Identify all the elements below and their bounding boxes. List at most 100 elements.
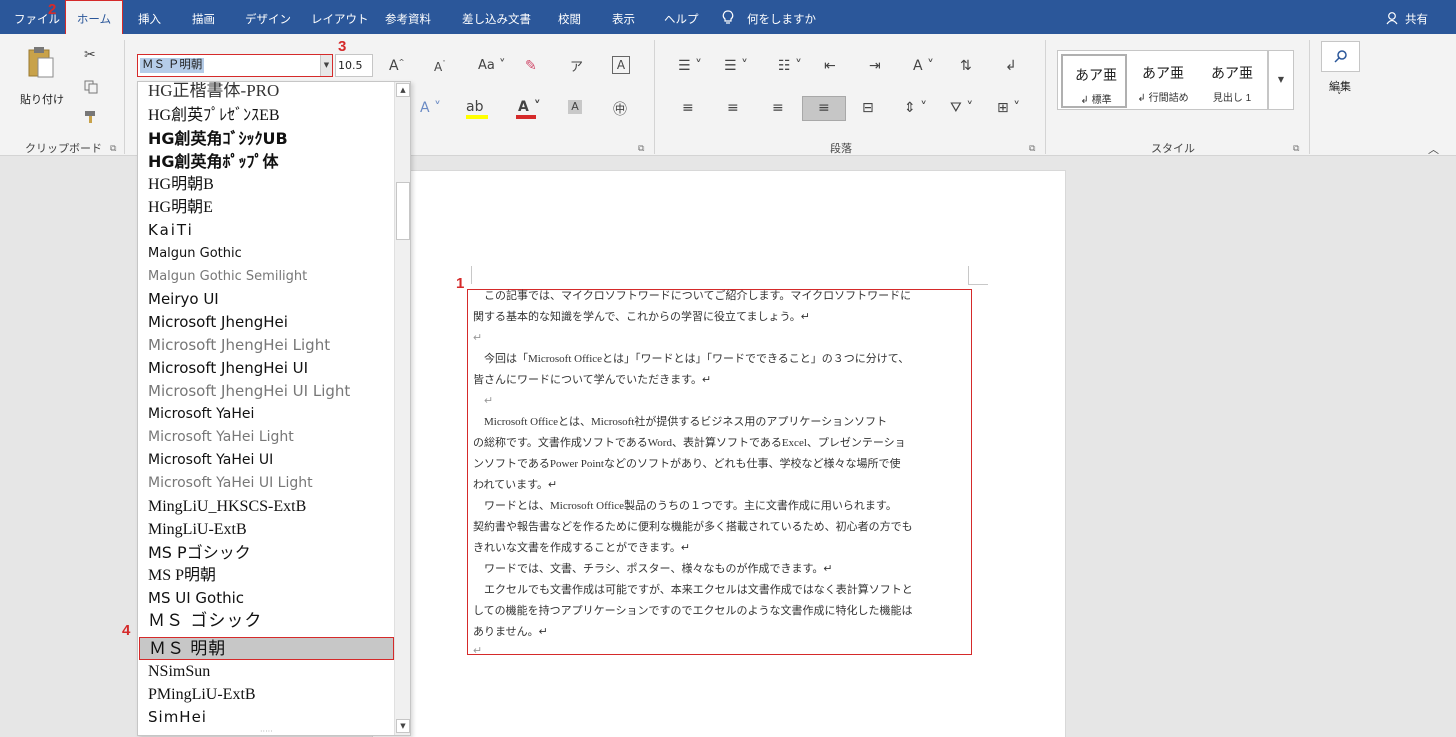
paste-icon[interactable]: [26, 44, 56, 80]
character-border-icon[interactable]: A: [612, 56, 630, 74]
font-option[interactable]: MS P明朝: [139, 564, 394, 587]
document-line[interactable]: 今回は「Microsoft Officeとは」「ワードとは」「ワードでできること…: [473, 351, 971, 368]
font-option[interactable]: Microsoft JhengHei UI Light: [139, 380, 394, 403]
font-option[interactable]: HG創英角ｺﾞｼｯｸUB: [139, 127, 394, 150]
show-marks-icon[interactable]: ↲: [1005, 58, 1017, 74]
distributed-icon[interactable]: ⊟: [862, 100, 874, 116]
bullets-icon[interactable]: ☰ ˅: [678, 58, 702, 74]
collapse-ribbon-icon[interactable]: ︿: [1428, 141, 1439, 157]
tab-mailings[interactable]: 差し込み文書: [462, 0, 531, 34]
text-effects-icon[interactable]: A ˅: [420, 100, 441, 116]
font-option[interactable]: ＭＳ ゴシック: [139, 610, 394, 633]
shrink-font-icon[interactable]: Aˇ: [434, 60, 446, 74]
font-color-icon[interactable]: A ˅: [518, 99, 541, 115]
borders-icon[interactable]: ⊞ ˅: [997, 100, 1020, 116]
document-line[interactable]: ↵: [473, 643, 971, 660]
font-option[interactable]: Meiryo UI: [139, 288, 394, 311]
clear-formatting-icon[interactable]: ✎: [525, 58, 537, 74]
font-option[interactable]: HG創英角ﾎﾟｯﾌﾟ体: [139, 150, 394, 173]
font-option[interactable]: MingLiU-ExtB: [139, 518, 394, 541]
cut-icon[interactable]: ✂: [84, 47, 96, 63]
font-option[interactable]: Microsoft JhengHei: [139, 311, 394, 334]
font-option[interactable]: MS UI Gothic: [139, 587, 394, 610]
font-launcher-icon[interactable]: ⧉: [638, 144, 644, 154]
align-center-icon[interactable]: ≡: [727, 100, 739, 116]
find-button[interactable]: [1321, 41, 1360, 72]
font-option[interactable]: HG明朝E: [139, 196, 394, 219]
highlight-icon[interactable]: ab: [466, 99, 483, 115]
tab-insert[interactable]: 挿入: [138, 0, 161, 34]
document-line[interactable]: 契約書や報告書などを作るために便利な機能が多く搭載されているため、初心者の方でも: [473, 519, 971, 536]
character-shading-icon[interactable]: A: [568, 100, 582, 114]
phonetic-guide-icon[interactable]: ア: [570, 56, 583, 75]
document-line[interactable]: 皆さんにワードについて学んでいただきます。↵: [473, 372, 971, 389]
styles-more-button[interactable]: ▼: [1268, 50, 1294, 110]
style-normal[interactable]: あア亜 ↲ 標準: [1061, 54, 1127, 108]
document-line[interactable]: ワードでは、文書、チラシ、ポスター、様々なものが作成できます。↵: [473, 561, 971, 578]
document-line[interactable]: ↵: [473, 330, 971, 347]
font-option[interactable]: HG創英ﾌﾟﾚｾﾞﾝｽEB: [139, 104, 394, 127]
font-list-scrollbar[interactable]: ▲ ▼: [394, 82, 410, 735]
document-line[interactable]: 関する基本的な知識を学んで、これからの学習に役立てましょう。↵: [473, 309, 971, 326]
document-line[interactable]: ワードとは、Microsoft Office製品のうちの１つです。主に文書作成に…: [473, 498, 971, 515]
document-line[interactable]: ありません。↵: [473, 624, 971, 641]
tab-draw[interactable]: 描画: [192, 0, 215, 34]
font-option[interactable]: MingLiU_HKSCS-ExtB: [139, 495, 394, 518]
numbering-icon[interactable]: ☰ ˅: [724, 58, 748, 74]
document-line[interactable]: しての機能を持つアプリケーションですのでエクセルのような文書作成に特化した機能は: [473, 603, 971, 620]
sort-icon[interactable]: ⇅: [960, 58, 972, 74]
font-option[interactable]: PMingLiU-ExtB: [139, 683, 394, 706]
document-line[interactable]: Microsoft Officeとは、Microsoft社が提供するビジネス用の…: [473, 414, 971, 431]
font-option[interactable]: SimHei: [139, 706, 394, 729]
align-right-icon[interactable]: ≡: [772, 100, 784, 116]
font-name-combo[interactable]: ＭＳ Ｐ明朝 ▼: [137, 54, 333, 77]
grow-font-icon[interactable]: A^: [389, 58, 404, 74]
font-name-dropdown-icon[interactable]: ▼: [320, 55, 332, 76]
font-option[interactable]: MS Pゴシック: [139, 541, 394, 564]
share-button[interactable]: 共有: [1405, 0, 1428, 34]
font-option[interactable]: Microsoft YaHei UI: [139, 449, 394, 472]
document-line[interactable]: エクセルでも文書作成は可能ですが、本来エクセルは文書作成ではなく表計算ソフトと: [473, 582, 971, 599]
editing-dropdown-icon[interactable]: ˅: [1337, 92, 1342, 102]
tab-review[interactable]: 校閲: [558, 0, 581, 34]
font-size-combo[interactable]: 10.5: [335, 54, 373, 77]
format-painter-icon[interactable]: [84, 110, 98, 124]
justify-button[interactable]: ≡: [802, 96, 846, 121]
font-option[interactable]: HG正楷書体-PRO: [139, 82, 394, 104]
document-line[interactable]: この記事では、マイクロソフトワードについてご紹介します。マイクロソフトワードに: [473, 288, 971, 305]
copy-icon[interactable]: [84, 80, 98, 94]
document-line[interactable]: ↵: [473, 393, 971, 410]
change-case-icon[interactable]: Aa ˅: [478, 58, 506, 73]
tab-help[interactable]: ヘルプ: [664, 0, 699, 34]
styles-launcher-icon[interactable]: ⧉: [1293, 144, 1299, 154]
tab-layout[interactable]: レイアウト: [311, 0, 369, 34]
style-heading-1[interactable]: あア亜 見出し 1: [1199, 54, 1265, 108]
shading-icon[interactable]: ⛛ ˅: [950, 100, 973, 116]
font-option[interactable]: KaiTi: [139, 219, 394, 242]
font-option[interactable]: HG明朝B: [139, 173, 394, 196]
font-option[interactable]: Microsoft YaHei UI Light: [139, 472, 394, 495]
document-line[interactable]: の総称です。文書作成ソフトであるWord、表計算ソフトであるExcel、プレゼン…: [473, 435, 971, 452]
clipboard-launcher-icon[interactable]: ⧉: [110, 144, 116, 154]
font-option[interactable]: Malgun Gothic Semilight: [139, 265, 394, 288]
font-option[interactable]: Microsoft JhengHei UI: [139, 357, 394, 380]
tab-view[interactable]: 表示: [612, 0, 635, 34]
tell-me-box[interactable]: 何をしますか: [747, 0, 816, 34]
scroll-thumb[interactable]: [396, 182, 410, 240]
multilevel-list-icon[interactable]: ☷ ˅: [778, 58, 802, 74]
font-option[interactable]: Malgun Gothic: [139, 242, 394, 265]
decrease-indent-icon[interactable]: ⇤: [824, 58, 836, 74]
line-spacing-icon[interactable]: ⇕ ˅: [904, 100, 927, 116]
scroll-down-icon[interactable]: ▼: [396, 719, 410, 733]
font-option[interactable]: NSimSun: [139, 660, 394, 683]
font-option[interactable]: Microsoft JhengHei Light: [139, 334, 394, 357]
tab-design[interactable]: デザイン: [245, 0, 291, 34]
tab-home[interactable]: ホーム: [65, 0, 123, 34]
resize-grip-icon[interactable]: ·····: [260, 727, 273, 735]
document-line[interactable]: ンソフトであるPower Pointなどのソフトがあり、どれも仕事、学校など様々…: [473, 456, 971, 473]
document-line[interactable]: きれいな文書を作成することができます。↵: [473, 540, 971, 557]
increase-indent-icon[interactable]: ⇥: [869, 58, 881, 74]
tab-references[interactable]: 参考資料: [385, 0, 431, 34]
align-left-icon[interactable]: ≡: [682, 100, 694, 116]
enclose-characters-icon[interactable]: ㊥: [613, 99, 627, 119]
